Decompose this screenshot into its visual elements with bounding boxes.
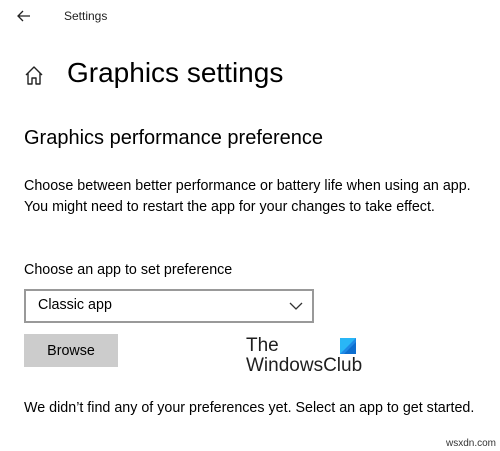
page-title: Graphics settings [67, 57, 284, 88]
app-type-selected-value: Classic app [38, 297, 112, 313]
arrow-left-icon [17, 10, 30, 22]
status-message: We didn’t find any of your preferences y… [24, 400, 475, 416]
home-icon[interactable] [22, 64, 46, 88]
title-bar: Settings [0, 0, 500, 34]
watermark: The WindowsClub [246, 336, 366, 380]
footer-watermark: wsxdn.com [445, 438, 496, 449]
settings-window: Settings Graphics settings Graphics perf… [0, 0, 500, 451]
chevron-down-icon [289, 302, 303, 310]
back-button[interactable] [10, 4, 38, 28]
browse-button[interactable]: Browse [24, 334, 118, 367]
watermark-line2: WindowsClub [246, 355, 363, 376]
app-type-dropdown[interactable]: Classic app [24, 289, 314, 323]
window-title: Settings [64, 9, 108, 23]
app-select-label: Choose an app to set preference [24, 262, 233, 278]
section-description: Choose between better performance or bat… [24, 178, 471, 215]
watermark-line1: The [246, 335, 279, 356]
section-heading: Graphics performance preference [24, 127, 324, 149]
browse-button-label: Browse [47, 342, 95, 359]
windows-club-logo-icon [340, 338, 356, 354]
